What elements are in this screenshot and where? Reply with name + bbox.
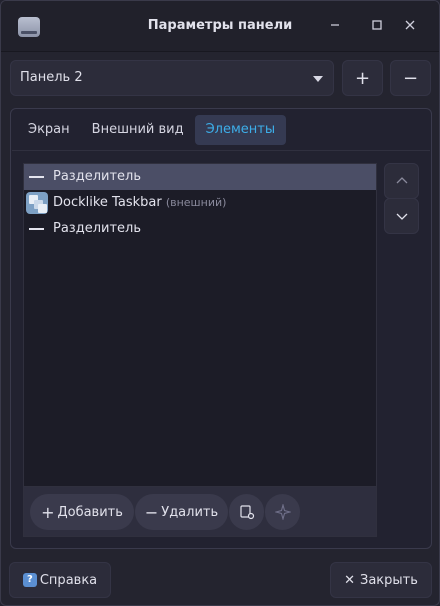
item-label: Разделитель xyxy=(53,169,142,184)
panel-select[interactable]: Панель 2 xyxy=(10,60,334,96)
close-button[interactable]: ✕ Закрыть xyxy=(330,562,432,598)
titlebar[interactable]: Параметры панели xyxy=(1,1,439,52)
item-properties-button[interactable] xyxy=(229,494,264,530)
add-item-button[interactable]: + Добавить xyxy=(30,494,134,530)
item-actions-bar: + Добавить − Удалить xyxy=(23,487,377,537)
close-x-icon: ✕ xyxy=(344,572,355,588)
tab-bar: Экран Внешний вид Элементы xyxy=(17,115,287,145)
list-item[interactable]: Разделитель xyxy=(24,164,376,190)
tab-divider xyxy=(12,150,430,151)
items-list[interactable]: Разделитель Docklike Taskbar (внешний) Р… xyxy=(23,163,377,487)
panel-select-value: Панель 2 xyxy=(20,70,83,85)
separator-dash-icon xyxy=(29,228,44,230)
list-item[interactable]: Docklike Taskbar (внешний) xyxy=(24,190,376,216)
tab-display[interactable]: Экран xyxy=(17,115,81,145)
remove-item-button[interactable]: − Удалить xyxy=(135,494,228,530)
minus-icon: − xyxy=(402,67,419,89)
remove-panel-button[interactable]: − xyxy=(390,60,431,96)
minimize-icon[interactable] xyxy=(325,15,345,35)
item-label: Docklike Taskbar (внешний) xyxy=(53,195,226,210)
add-item-label: Добавить xyxy=(57,504,123,520)
item-sublabel: (внешний) xyxy=(165,196,227,209)
remove-item-label: Удалить xyxy=(161,504,219,520)
item-name: Docklike Taskbar xyxy=(53,195,162,210)
add-panel-button[interactable]: + xyxy=(342,60,383,96)
close-icon[interactable] xyxy=(400,15,420,35)
sparkle-icon xyxy=(274,504,291,520)
chevron-down-icon xyxy=(313,76,323,82)
properties-icon xyxy=(239,505,254,520)
help-button[interactable]: ? Справка xyxy=(9,562,111,598)
separator-dash-icon xyxy=(29,176,44,178)
tab-appearance[interactable]: Внешний вид xyxy=(81,115,195,145)
settings-frame: Экран Внешний вид Элементы Разделитель D… xyxy=(10,108,432,549)
maximize-icon[interactable] xyxy=(367,15,387,35)
help-icon: ? xyxy=(22,573,37,587)
close-label: Закрыть xyxy=(360,572,418,588)
docklike-taskbar-icon xyxy=(26,192,48,214)
minus-icon: − xyxy=(144,502,159,522)
panel-preferences-window: Параметры панели Панель 2 + − Экран Внеш… xyxy=(0,0,440,606)
move-down-button[interactable] xyxy=(384,198,419,234)
item-label: Разделитель xyxy=(53,221,142,236)
plus-icon: + xyxy=(41,502,55,522)
plus-icon: + xyxy=(354,67,371,89)
list-item[interactable]: Разделитель xyxy=(24,216,376,242)
tab-items[interactable]: Элементы xyxy=(194,115,287,145)
chevron-up-icon xyxy=(396,177,407,184)
move-up-button[interactable] xyxy=(384,163,419,199)
help-label: Справка xyxy=(39,572,98,588)
chevron-down-icon xyxy=(396,213,407,220)
item-about-button[interactable] xyxy=(265,494,300,530)
